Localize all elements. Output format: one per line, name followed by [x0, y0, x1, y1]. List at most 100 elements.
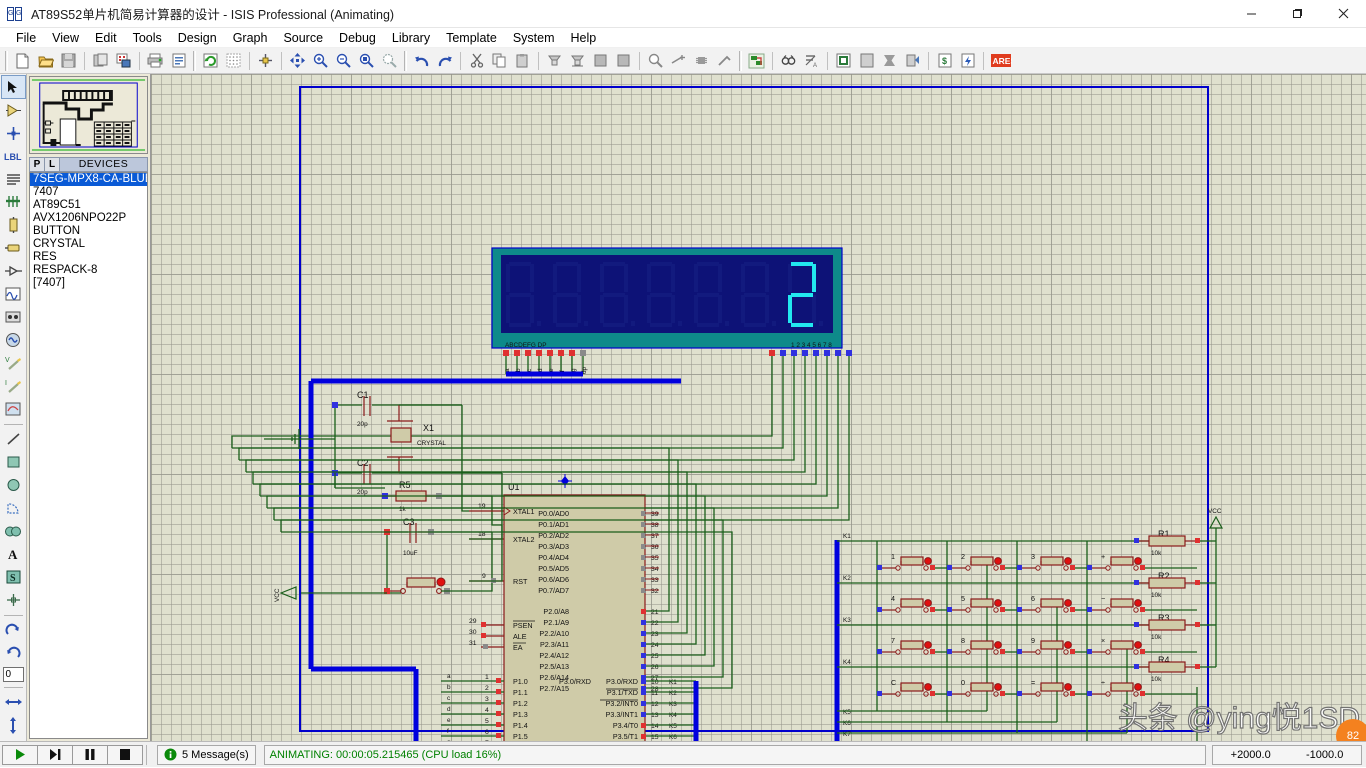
menu-edit[interactable]: Edit: [87, 29, 125, 47]
current-probe-mode-icon[interactable]: I: [2, 375, 25, 397]
voltage-probe-mode-icon[interactable]: V: [2, 352, 25, 374]
menu-design[interactable]: Design: [170, 29, 225, 47]
devices-tab-p[interactable]: P: [30, 158, 45, 171]
exit-sheet-icon[interactable]: [902, 50, 923, 72]
list-item[interactable]: CRYSTAL: [30, 238, 147, 251]
menu-library[interactable]: Library: [384, 29, 438, 47]
list-item[interactable]: BUTTON: [30, 225, 147, 238]
menu-view[interactable]: View: [44, 29, 87, 47]
closed-path-tool-icon[interactable]: [2, 520, 25, 542]
list-item[interactable]: AVX1206NPO22P: [30, 212, 147, 225]
rotation-angle-input[interactable]: 0: [3, 667, 24, 682]
schematic-canvas[interactable]: .wire { stroke:#1a5e1a; stroke-width:1.3…: [151, 74, 1366, 741]
devices-tab-l[interactable]: L: [45, 158, 60, 171]
property-assign-icon[interactable]: A: [801, 50, 822, 72]
play-animation-icon[interactable]: [2, 745, 38, 765]
junction-dot-mode-icon[interactable]: [2, 122, 25, 144]
menu-help[interactable]: Help: [563, 29, 605, 47]
close-icon[interactable]: [1320, 0, 1366, 28]
print-area-icon[interactable]: [168, 50, 189, 72]
list-item[interactable]: RESPACK-8: [30, 264, 147, 277]
component-mode-icon[interactable]: [2, 99, 25, 121]
devices-list[interactable]: 7SEG-MPX8-CA-BLUE 7407 AT89C51 AVX1206NP…: [29, 172, 148, 739]
menu-tools[interactable]: Tools: [125, 29, 170, 47]
block-rotate-icon[interactable]: [590, 50, 611, 72]
text-script-mode-icon[interactable]: [2, 168, 25, 190]
refresh-icon[interactable]: [200, 50, 221, 72]
pan-icon[interactable]: [287, 50, 308, 72]
list-item[interactable]: [7407]: [30, 277, 147, 290]
overview-thumbnail[interactable]: [29, 76, 148, 154]
rotate-counterclockwise-icon[interactable]: [2, 642, 25, 664]
zoom-in-icon[interactable]: [310, 50, 331, 72]
virtual-instrument-mode-icon[interactable]: [2, 398, 25, 420]
copy-icon[interactable]: [489, 50, 510, 72]
graph-mode-icon[interactable]: [2, 283, 25, 305]
subcircuit-mode-icon[interactable]: [2, 214, 25, 236]
line-tool-icon[interactable]: [2, 428, 25, 450]
stop-animation-icon[interactable]: [107, 745, 143, 765]
list-item[interactable]: RES: [30, 251, 147, 264]
origin-icon[interactable]: [255, 50, 276, 72]
wire-label-mode-icon[interactable]: LBL: [2, 145, 25, 167]
maximize-icon[interactable]: [1274, 0, 1320, 28]
selection-mode-icon[interactable]: [2, 76, 25, 98]
decompose-icon[interactable]: [714, 50, 735, 72]
rotate-clockwise-icon[interactable]: [2, 619, 25, 641]
minimize-icon[interactable]: [1228, 0, 1274, 28]
generator-mode-icon[interactable]: [2, 329, 25, 351]
menu-file[interactable]: File: [8, 29, 44, 47]
step-animation-icon[interactable]: [37, 745, 73, 765]
marker-tool-icon[interactable]: [2, 589, 25, 611]
new-file-icon[interactable]: [12, 50, 33, 72]
paste-icon[interactable]: [512, 50, 533, 72]
block-move-icon[interactable]: [567, 50, 588, 72]
menu-template[interactable]: Template: [438, 29, 505, 47]
device-pin-mode-icon[interactable]: [2, 260, 25, 282]
list-item[interactable]: 7407: [30, 186, 147, 199]
tape-recorder-mode-icon[interactable]: [2, 306, 25, 328]
save-file-icon[interactable]: [58, 50, 79, 72]
message-count-area[interactable]: 5 Message(s): [157, 745, 256, 765]
import-section-icon[interactable]: [90, 50, 111, 72]
list-item[interactable]: AT89C51: [30, 199, 147, 212]
terminals-mode-icon[interactable]: [2, 237, 25, 259]
make-device-icon[interactable]: [668, 50, 689, 72]
export-section-icon[interactable]: [113, 50, 134, 72]
cut-icon[interactable]: [466, 50, 487, 72]
arc-tool-icon[interactable]: [2, 497, 25, 519]
toggle-grid-icon[interactable]: [223, 50, 244, 72]
print-icon[interactable]: [145, 50, 166, 72]
redo-icon[interactable]: [434, 50, 455, 72]
menu-graph[interactable]: Graph: [225, 29, 276, 47]
wire-autorouter-icon[interactable]: [746, 50, 767, 72]
box-tool-icon[interactable]: [2, 451, 25, 473]
text-tool-icon[interactable]: A: [2, 543, 25, 565]
zoom-out-icon[interactable]: [333, 50, 354, 72]
packaging-tool-icon[interactable]: [691, 50, 712, 72]
bill-of-materials-icon[interactable]: $: [934, 50, 955, 72]
remove-sheet-icon[interactable]: [879, 50, 900, 72]
open-file-icon[interactable]: [35, 50, 56, 72]
pause-animation-icon[interactable]: [72, 745, 108, 765]
new-sheet-icon[interactable]: [856, 50, 877, 72]
netlist-ares-icon[interactable]: ARES: [989, 50, 1013, 72]
electrical-rules-icon[interactable]: [957, 50, 978, 72]
search-tag-icon[interactable]: [778, 50, 799, 72]
zoom-sheet-icon[interactable]: [379, 50, 400, 72]
menu-system[interactable]: System: [505, 29, 563, 47]
zoom-area-icon[interactable]: [356, 50, 377, 72]
pick-device-icon[interactable]: [645, 50, 666, 72]
undo-icon[interactable]: [411, 50, 432, 72]
design-explorer-icon[interactable]: [833, 50, 854, 72]
mirror-horizontal-icon[interactable]: [2, 691, 25, 713]
symbol-tool-icon[interactable]: S: [2, 566, 25, 588]
block-delete-icon[interactable]: [613, 50, 634, 72]
mirror-vertical-icon[interactable]: [2, 714, 25, 736]
buses-mode-icon[interactable]: [2, 191, 25, 213]
circle-tool-icon[interactable]: [2, 474, 25, 496]
menu-debug[interactable]: Debug: [331, 29, 384, 47]
menu-source[interactable]: Source: [275, 29, 331, 47]
block-copy-icon[interactable]: [544, 50, 565, 72]
list-item[interactable]: 7SEG-MPX8-CA-BLUE: [30, 173, 147, 186]
